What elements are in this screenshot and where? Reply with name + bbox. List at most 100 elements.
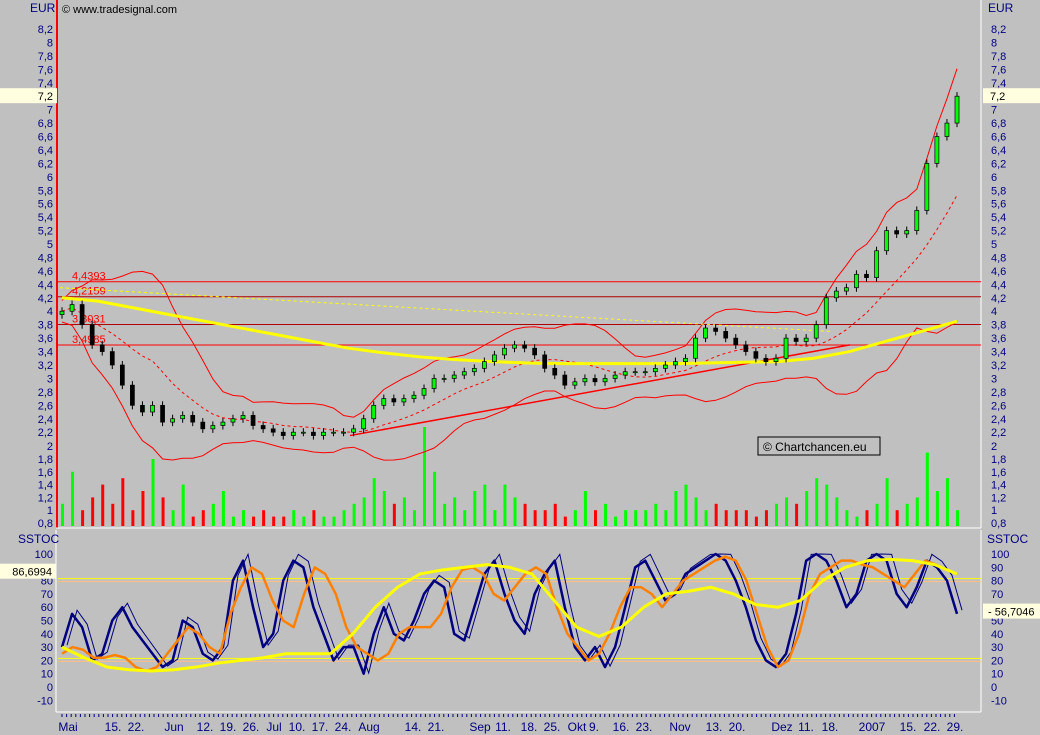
chartchancen-badge: © Chartchancen.eu — [757, 436, 881, 456]
stoch-tick-right: 20 — [991, 655, 1003, 667]
volume-bar — [322, 516, 326, 526]
x-axis-label: Jul — [266, 720, 281, 734]
candle-body — [461, 371, 467, 376]
candle-body — [783, 337, 789, 359]
volume-tick-left: 1,2 — [38, 492, 53, 504]
volume-bar — [925, 452, 929, 526]
candle-body — [894, 230, 900, 235]
candle-body — [823, 297, 829, 326]
volume-tick-right: 2 — [991, 441, 997, 453]
candle-body — [803, 337, 809, 342]
price-tick-right: 3,2 — [991, 360, 1006, 372]
volume-bar — [885, 478, 889, 526]
price-tick-right: 6,4 — [991, 145, 1006, 157]
x-axis-label: 17. — [312, 720, 329, 734]
price-tick-left: 3 — [47, 373, 53, 385]
stoch-line-signal — [61, 557, 958, 673]
stoch-right-readout: - 56,7046 — [988, 607, 1034, 619]
volume-bar — [774, 503, 778, 526]
x-axis-label: 18. — [521, 720, 538, 734]
volume-bar — [503, 484, 507, 526]
bollinger-upper — [61, 68, 958, 418]
volume-bar — [795, 503, 799, 526]
candle-body — [844, 287, 849, 292]
candle-body — [793, 337, 799, 342]
volume-bar — [392, 503, 396, 526]
price-tick-right: 5,6 — [991, 199, 1006, 211]
candle-body — [160, 404, 165, 423]
candle-body — [280, 431, 286, 436]
price-tick-right: 6 — [991, 172, 997, 184]
x-axis-label: Nov — [669, 720, 690, 734]
candle-body — [210, 425, 216, 430]
candle-body — [813, 324, 819, 339]
stoch-tick-left: -10 — [37, 695, 53, 707]
price-tick-right: 8 — [991, 37, 997, 49]
volume-bar — [905, 503, 909, 526]
volume-bar — [302, 516, 306, 526]
volume-bar — [674, 491, 678, 526]
candle-body — [119, 364, 125, 386]
volume-bar — [211, 503, 215, 526]
volume-bar — [845, 510, 849, 526]
x-axis-label: 14. — [405, 720, 422, 734]
volume-bar — [282, 516, 286, 526]
candle-body — [401, 398, 407, 403]
candle-body — [502, 347, 507, 356]
volume-bar — [734, 510, 738, 526]
price-tick-left: 7,4 — [38, 78, 53, 90]
volume-bar — [493, 510, 497, 526]
candle-body — [451, 374, 457, 379]
candle-body — [391, 398, 397, 403]
candle-body — [170, 418, 175, 423]
candle-body — [260, 425, 266, 430]
candle-body — [562, 374, 568, 386]
candle-body — [411, 394, 417, 399]
stock-chart: © www.tradesignal.com EUR EUR SSTOC SSTO… — [0, 0, 1040, 734]
stoch-tick-right: -10 — [991, 695, 1007, 707]
price-tick-right: 6,6 — [991, 132, 1006, 144]
volume-bar — [121, 478, 125, 526]
volume-bar — [332, 516, 336, 526]
volume-bar — [81, 510, 85, 526]
stoch-tick-left: 30 — [41, 642, 53, 654]
volume-bar — [805, 491, 809, 526]
price-tick-left: 2,4 — [38, 414, 53, 426]
candle-body — [713, 327, 719, 332]
volume-bar — [463, 510, 467, 526]
volume-bar — [151, 459, 155, 526]
volume-bar — [684, 484, 688, 526]
price-tick-right: 6,2 — [991, 158, 1006, 170]
volume-bar — [935, 491, 939, 526]
candle-body — [471, 368, 477, 373]
volume-bar — [785, 497, 789, 526]
candle-body — [180, 415, 186, 420]
volume-tick-right: 1,2 — [991, 492, 1006, 504]
candle-body — [663, 364, 668, 369]
stoch-tick-left: 50 — [41, 616, 53, 628]
stoch-tick-left: 40 — [41, 629, 53, 641]
candle-body — [230, 418, 236, 423]
volume-bar — [513, 497, 517, 526]
x-axis-label: 22. — [924, 720, 941, 734]
bollinger-mid — [61, 195, 958, 433]
level-label: 3,8031 — [72, 313, 106, 325]
volume-bar — [272, 516, 276, 526]
volume-bar — [382, 491, 386, 526]
watermark: © www.tradesignal.com — [62, 4, 177, 16]
x-axis-label: 29. — [947, 720, 964, 734]
volume-bar — [764, 510, 768, 526]
volume-bar — [141, 491, 145, 526]
price-tick-right: 4 — [991, 306, 997, 318]
candle-body — [642, 371, 648, 374]
volume-bar — [614, 516, 618, 526]
stoch-tick-right: 70 — [991, 589, 1003, 601]
stoch-tick-left: 60 — [41, 602, 53, 614]
candle-body — [190, 415, 196, 423]
candle-body — [673, 361, 678, 366]
stoch-tick-right: 80 — [991, 576, 1003, 588]
candle-body — [109, 351, 115, 366]
candle-body — [954, 95, 960, 124]
candle-body — [934, 136, 940, 164]
candle-body — [632, 371, 638, 374]
